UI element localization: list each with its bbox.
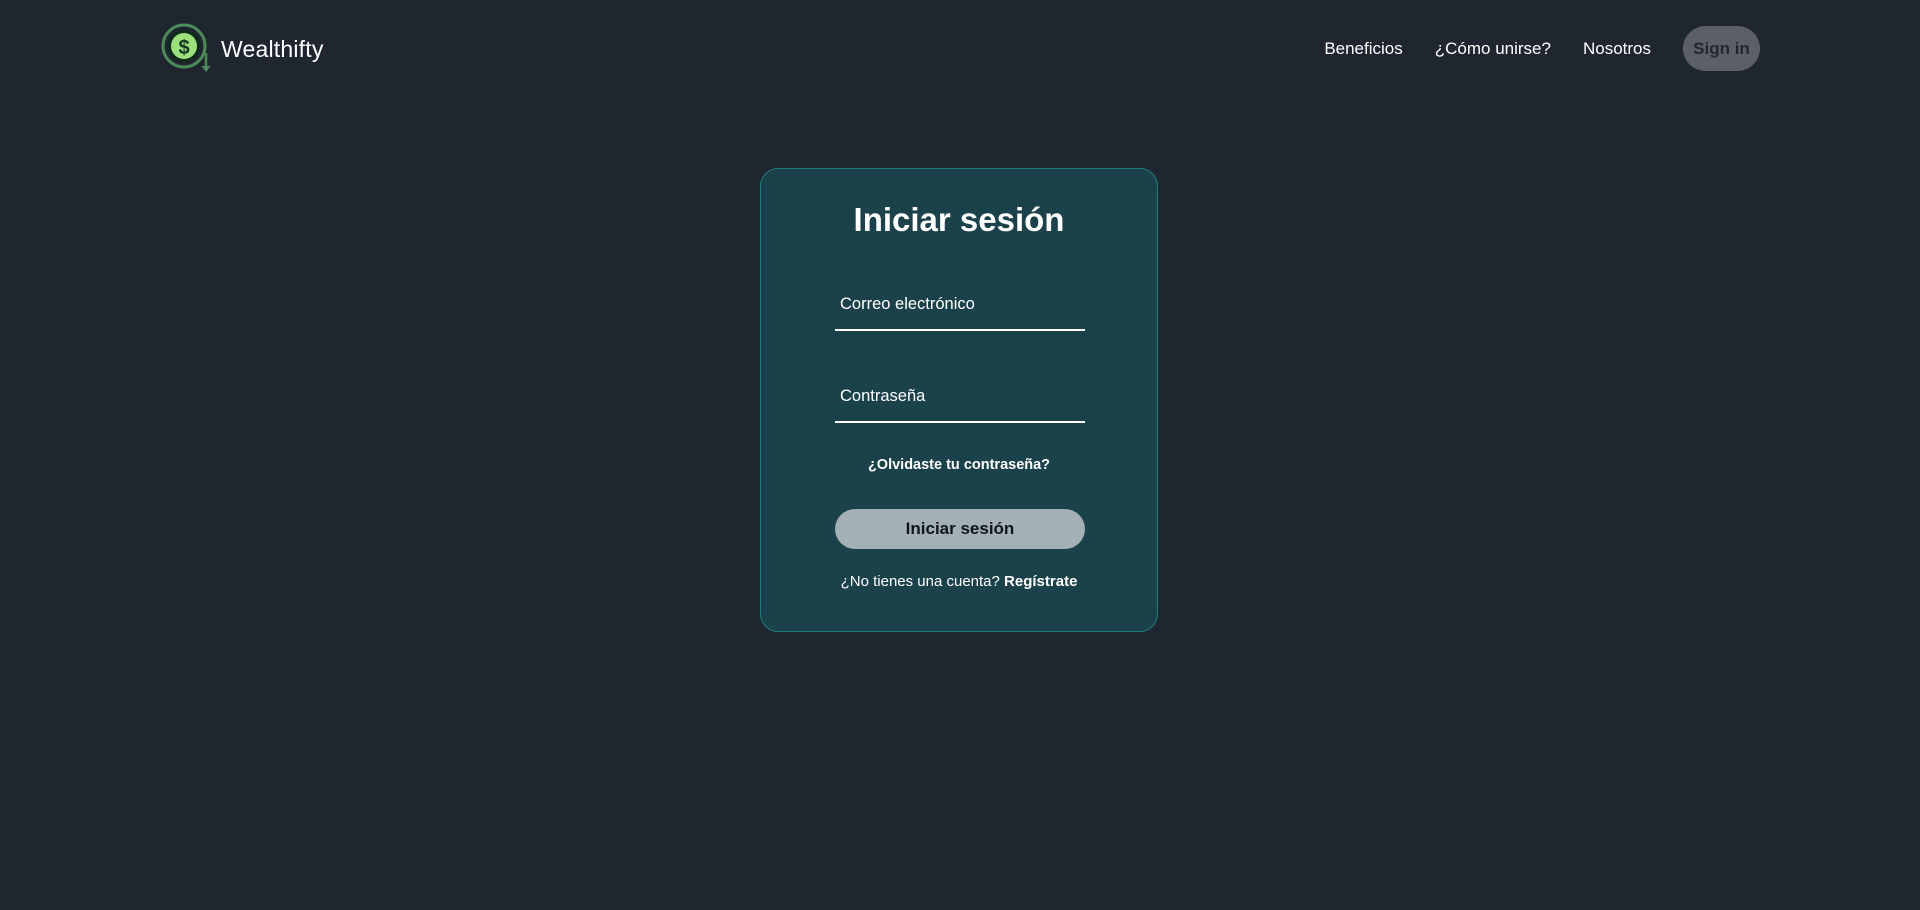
nav-link-beneficios[interactable]: Beneficios xyxy=(1324,27,1402,71)
brand-name: Wealthifty xyxy=(221,35,324,62)
register-link[interactable]: Regístrate xyxy=(1004,573,1077,590)
password-field-wrapper xyxy=(835,371,1085,423)
login-submit-button[interactable]: Iniciar sesión xyxy=(835,509,1085,549)
no-account-text: ¿No tienes una cuenta? xyxy=(840,573,1000,590)
sign-in-button[interactable]: Sign in xyxy=(1683,26,1760,71)
main-nav: Beneficios ¿Cómo unirse? Nosotros Sign i… xyxy=(1324,26,1760,71)
forgot-password-link[interactable]: ¿Olvidaste tu contraseña? xyxy=(761,457,1157,473)
email-field-wrapper xyxy=(835,279,1085,331)
nav-link-como-unirse[interactable]: ¿Cómo unirse? xyxy=(1435,27,1551,71)
top-navbar: $ Wealthifty Beneficios ¿Cómo unirse? No… xyxy=(0,0,1920,98)
brand-link[interactable]: $ Wealthifty xyxy=(160,23,324,75)
password-input[interactable] xyxy=(835,371,1085,421)
login-title: Iniciar sesión xyxy=(853,201,1065,238)
register-prompt: ¿No tienes una cuenta? Regístrate xyxy=(761,573,1157,590)
login-card: Iniciar sesión ¿Olvidaste tu contraseña?… xyxy=(760,168,1158,632)
dollar-coin-icon: $ xyxy=(161,23,211,72)
svg-text:$: $ xyxy=(178,37,189,59)
nav-link-nosotros[interactable]: Nosotros xyxy=(1583,27,1651,71)
email-input[interactable] xyxy=(835,279,1085,329)
